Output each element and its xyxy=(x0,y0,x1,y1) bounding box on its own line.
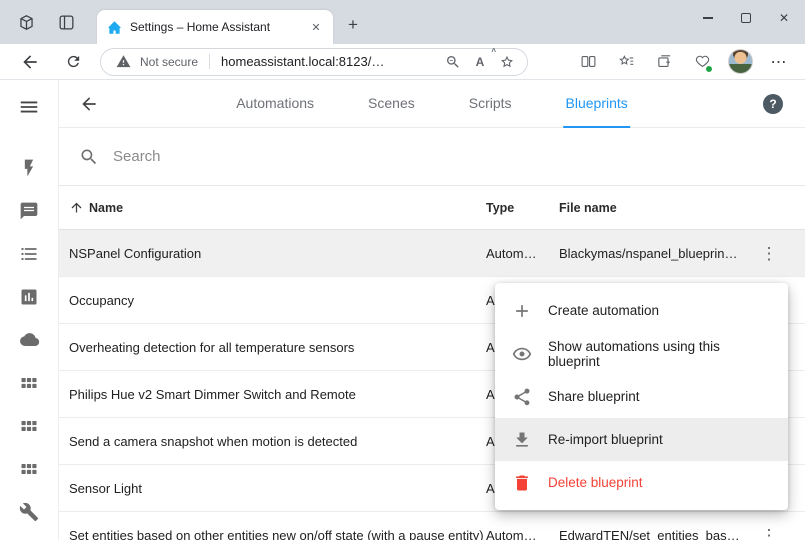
tab-blueprints[interactable]: Blueprints xyxy=(564,80,630,128)
ha-header: Automations Scenes Scripts Blueprints ? xyxy=(59,80,805,128)
browser-window: Settings – Home Assistant ✕ + ✕ Not secu… xyxy=(0,0,805,540)
chart-box-icon[interactable] xyxy=(0,275,58,318)
home-assistant-favicon xyxy=(107,20,122,35)
row-name: Set entities based on other entities new… xyxy=(59,512,486,540)
not-secure-warning-icon[interactable] xyxy=(113,52,133,72)
search-input[interactable] xyxy=(113,148,513,165)
menu-item-label: Show automations using this blueprint xyxy=(548,339,772,369)
search-row xyxy=(59,128,805,186)
tab-title: Settings – Home Assistant xyxy=(130,20,307,34)
workspaces-icon[interactable] xyxy=(14,10,38,34)
row-name: Sensor Light xyxy=(59,465,486,512)
modules-icon[interactable] xyxy=(0,447,58,490)
table-header: Name Type File name xyxy=(59,186,805,230)
ha-sidebar xyxy=(0,80,59,540)
plus-icon xyxy=(511,300,533,322)
row-type: Autom… xyxy=(486,246,559,261)
share-icon xyxy=(511,386,533,408)
maximize-button[interactable] xyxy=(727,5,765,31)
window-controls: ✕ xyxy=(689,5,803,31)
tab-close-icon[interactable]: ✕ xyxy=(307,18,325,36)
row-name: NSPanel Configuration xyxy=(59,230,486,277)
browser-back-icon[interactable] xyxy=(16,48,44,76)
home-assistant-app: Automations Scenes Scripts Blueprints ? xyxy=(0,80,805,540)
new-tab-button[interactable]: + xyxy=(341,13,365,37)
browser-toolbar: Not secure homeassistant.local:8123/… A^ xyxy=(0,44,805,80)
read-aloud-icon[interactable]: A^ xyxy=(470,52,490,72)
tab-scenes[interactable]: Scenes xyxy=(366,80,417,128)
row-type: Autom… xyxy=(486,528,559,540)
cloud-icon[interactable] xyxy=(0,318,58,361)
column-header-name[interactable]: Name xyxy=(59,200,486,215)
modules-icon[interactable] xyxy=(0,361,58,404)
sort-arrow-icon xyxy=(69,200,84,215)
column-header-file[interactable]: File name xyxy=(559,201,747,215)
collections-icon[interactable] xyxy=(652,50,676,74)
table-row[interactable]: NSPanel Configuration Autom… Blackymas/n… xyxy=(59,230,805,277)
browser-titlebar: Settings – Home Assistant ✕ + ✕ xyxy=(0,0,805,44)
browser-menu-icon[interactable]: ⋯ xyxy=(767,50,791,74)
close-button[interactable]: ✕ xyxy=(765,5,803,31)
toolbar-right-cluster: ⋯ xyxy=(576,49,797,74)
kebab-icon: ⋮ xyxy=(761,527,778,540)
menu-hamburger-icon[interactable] xyxy=(0,92,58,122)
menu-item-label: Share blueprint xyxy=(548,389,640,404)
lightning-icon[interactable] xyxy=(0,146,58,189)
row-file: Blackymas/nspanel_blueprin… xyxy=(559,246,747,261)
refresh-icon[interactable] xyxy=(59,48,87,76)
favorites-hub-icon[interactable] xyxy=(614,50,638,74)
menu-item-label: Re-import blueprint xyxy=(548,432,663,447)
profile-avatar[interactable] xyxy=(728,49,753,74)
journal-icon[interactable] xyxy=(54,10,78,34)
row-overflow-button[interactable]: ⋮ xyxy=(747,245,791,262)
browser-essentials-icon[interactable] xyxy=(690,50,714,74)
wrench-icon[interactable] xyxy=(0,490,58,533)
split-screen-icon[interactable] xyxy=(576,50,600,74)
ha-tab-bar: Automations Scenes Scripts Blueprints xyxy=(234,80,630,128)
browser-tab[interactable]: Settings – Home Assistant ✕ xyxy=(97,10,333,44)
menu-item-label: Create automation xyxy=(548,303,659,318)
row-name: Occupancy xyxy=(59,277,486,324)
chat-icon[interactable] xyxy=(0,189,58,232)
table-row[interactable]: Set entities based on other entities new… xyxy=(59,512,805,540)
tab-scripts[interactable]: Scripts xyxy=(467,80,514,128)
kebab-icon: ⋮ xyxy=(761,245,778,262)
zoom-out-icon[interactable] xyxy=(443,52,463,72)
address-bar[interactable]: Not secure homeassistant.local:8123/… A^ xyxy=(100,48,528,76)
security-label: Not secure xyxy=(140,55,198,69)
menu-item-show-automations[interactable]: Show automations using this blueprint xyxy=(495,332,788,375)
download-icon xyxy=(511,429,533,451)
row-name: Overheating detection for all temperatur… xyxy=(59,324,486,371)
search-icon xyxy=(79,147,99,167)
blueprint-context-menu: Create automation Show automations using… xyxy=(495,283,788,510)
menu-item-create-automation[interactable]: Create automation xyxy=(495,289,788,332)
minimize-button[interactable] xyxy=(689,5,727,31)
trash-icon xyxy=(511,472,533,494)
row-file: EdwardTEN/set_entities_bas… xyxy=(559,528,747,540)
row-name: Philips Hue v2 Smart Dimmer Switch and R… xyxy=(59,371,486,418)
row-overflow-button[interactable]: ⋮ xyxy=(747,527,791,540)
menu-item-label: Delete blueprint xyxy=(548,475,643,490)
menu-item-delete-blueprint[interactable]: Delete blueprint xyxy=(495,461,788,504)
menu-item-reimport-blueprint[interactable]: Re-import blueprint xyxy=(495,418,788,461)
menu-item-share-blueprint[interactable]: Share blueprint xyxy=(495,375,788,418)
eye-icon xyxy=(511,343,533,365)
url-text: homeassistant.local:8123/… xyxy=(221,54,436,69)
green-status-badge xyxy=(705,65,713,73)
row-name: Send a camera snapshot when motion is de… xyxy=(59,418,486,465)
list-icon[interactable] xyxy=(0,232,58,275)
ha-back-icon[interactable] xyxy=(77,80,101,128)
help-button[interactable]: ? xyxy=(763,94,783,114)
tab-automations[interactable]: Automations xyxy=(234,80,316,128)
favorite-star-icon[interactable] xyxy=(497,52,517,72)
address-divider xyxy=(209,54,210,69)
column-header-type[interactable]: Type xyxy=(486,201,559,215)
modules-icon[interactable] xyxy=(0,404,58,447)
